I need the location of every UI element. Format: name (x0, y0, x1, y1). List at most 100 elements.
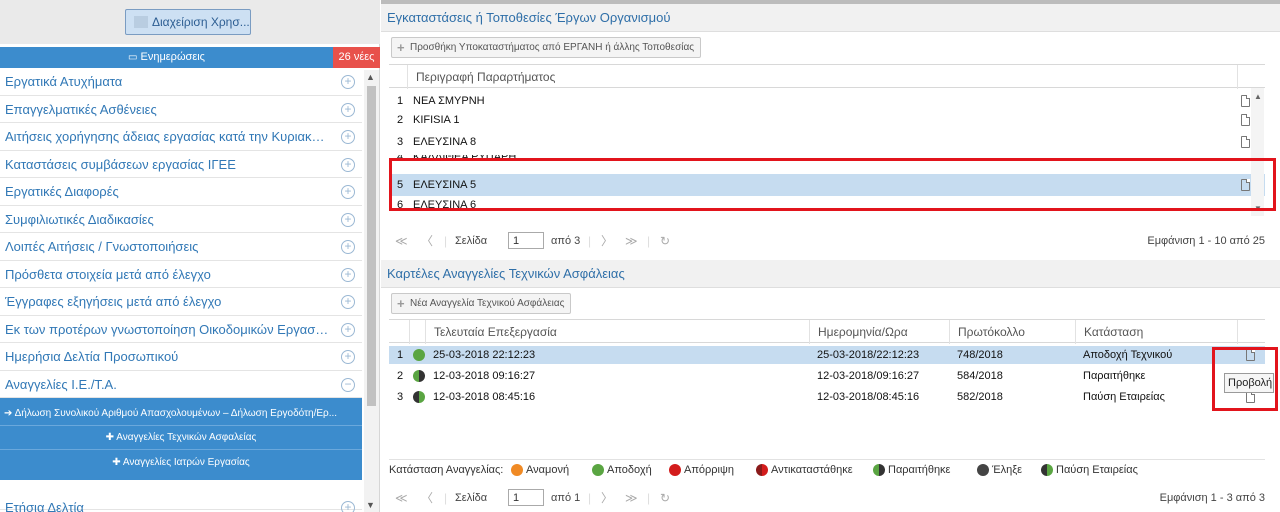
accepted-icon (592, 464, 604, 476)
pager-divider: | (588, 234, 592, 248)
sidebar-item[interactable]: Συμφιλιωτικές Διαδικασίες + (0, 206, 362, 233)
expired-icon (977, 464, 989, 476)
next-page-icon[interactable]: 〉 (601, 484, 613, 512)
last-edit: 25-03-2018 22:12:23 (433, 349, 536, 361)
column-header-last-edit[interactable]: Τελευταία Επεξεργασία (425, 320, 557, 344)
sidebar-item[interactable]: Καταστάσεις συμβάσεων εργασίας ΙΓΕΕ + (0, 151, 362, 178)
column-header-description[interactable]: Περιγραφή Παραρτήματος (407, 65, 555, 89)
updates-bar[interactable]: ▭ Ενημερώσεις (0, 47, 333, 68)
last-page-icon[interactable]: ≫ (625, 226, 638, 256)
sidebar-scrollbar[interactable]: ▲ ▼ (364, 70, 379, 512)
cards-section-title: Καρτέλες Αναγγελίες Τεχνικών Ασφάλειας (381, 260, 1280, 288)
expand-icon[interactable]: + (341, 240, 355, 254)
submenu-item-label: Αναγγελίες Ιατρών Εργασίας (122, 457, 250, 468)
row-number-column (389, 65, 407, 89)
table-row[interactable]: 2 KIFISIA 1 (389, 111, 1257, 129)
next-page-icon[interactable]: 〉 (601, 226, 613, 256)
expand-icon[interactable]: + (341, 322, 355, 337)
protocol: 582/2018 (957, 391, 1003, 403)
monitor-icon: ▭ (128, 52, 138, 63)
submenu-item-label: Αναγγελίες Τεχνικών Ασφαλείας (116, 432, 257, 443)
expand-icon[interactable]: + (341, 295, 355, 309)
table-row[interactable]: 1 ΝΕΑ ΣΜΥΡΝΗ (389, 92, 1257, 110)
last-page-icon[interactable]: ≫ (625, 484, 638, 512)
updates-badge[interactable]: 26 νέες (333, 47, 380, 68)
sidebar-item[interactable]: Ετήσια Δελτία + (0, 480, 362, 512)
accepted-status-icon (413, 349, 425, 361)
column-header-protocol[interactable]: Πρωτόκολλο (949, 320, 1025, 344)
sidebar-item[interactable]: Εργατικά Ατυχήματα + (0, 68, 362, 96)
document-icon[interactable] (1241, 114, 1250, 126)
branch-name: ΕΛΕΥΣΙΝΑ 8 (413, 136, 477, 148)
column-header-date[interactable]: Ημερομηνία/Ωρα (809, 320, 908, 344)
rejected-icon (669, 464, 681, 476)
user-management-button[interactable]: Διαχείριση Χρησ... (125, 9, 251, 35)
sidebar-item[interactable]: Εκ των προτέρων γνωστοποίηση Οικοδομικών… (0, 316, 362, 343)
row-number: 3 (397, 391, 404, 403)
add-branch-button[interactable]: Προσθήκη Υποκαταστήματος από ΕΡΓΑΝΗ ή άλ… (391, 37, 702, 58)
sidebar-item[interactable]: Επαγγελματικές Ασθένειες + (0, 96, 362, 123)
sidebar-item[interactable]: Ημερήσια Δελτία Προσωπικού + (0, 343, 362, 371)
first-page-icon[interactable]: ≪ (395, 226, 408, 256)
branch-name: KIFISIA 1 (413, 114, 460, 126)
submenu: ➔ Δήλωση Συνολικού Αριθμού Απασχολουμένω… (0, 398, 362, 480)
scroll-thumb[interactable] (367, 86, 376, 406)
table-row[interactable]: 3 ΕΛΕΥΣΙΝΑ 8 (389, 133, 1257, 151)
page-label: Σελίδα (455, 492, 488, 504)
expand-icon[interactable]: + (341, 212, 355, 227)
row-number: 2 (397, 370, 404, 382)
document-icon[interactable] (1241, 136, 1250, 148)
record-count: Εμφάνιση 1 - 3 από 3 (1159, 492, 1265, 504)
expand-icon[interactable]: + (341, 157, 355, 172)
sidebar-item[interactable]: Αιτήσεις χορήγησης άδειας εργασίας κατά … (0, 123, 362, 151)
scroll-up-icon[interactable]: ▲ (366, 72, 375, 82)
expand-icon[interactable]: + (341, 267, 355, 282)
scroll-down-icon[interactable]: ▼ (366, 500, 375, 510)
expand-icon[interactable]: + (341, 501, 355, 512)
sidebar-item-announcements[interactable]: Αναγγελίες Ι.Ε./Τ.Α. − (0, 371, 362, 398)
sidebar-item-label: Ετήσια Δελτία (5, 500, 84, 512)
sidebar-item[interactable]: Εργατικές Διαφορές + (0, 178, 362, 206)
legend-label: Παύση Εταιρείας (1056, 464, 1138, 476)
sidebar-item-label: Αιτήσεις χορήγησης άδειας εργασίας κατά … (5, 129, 330, 144)
new-announcement-button[interactable]: Νέα Αναγγελία Τεχνικού Ασφάλειας (391, 293, 572, 314)
protocol: 584/2018 (957, 370, 1003, 382)
row-number: 3 (397, 136, 404, 148)
first-page-icon[interactable]: ≪ (395, 484, 408, 512)
table-row[interactable]: 2 12-03-2018 09:16:27 12-03-2018/09:16:2… (389, 367, 1257, 385)
status: Παραιτήθηκε (1083, 370, 1146, 382)
sidebar-item[interactable]: Έγγραφες εξηγήσεις μετά από έλεγχο + (0, 288, 362, 316)
actions-column (1237, 65, 1265, 89)
submenu-item[interactable]: ✚ Αναγγελίες Ιατρών Εργασίας (0, 451, 362, 475)
resigned-status-icon (413, 370, 425, 382)
expand-icon[interactable]: + (341, 185, 355, 199)
page-input[interactable] (508, 489, 544, 506)
submenu-item[interactable]: ➔ Δήλωση Συνολικού Αριθμού Απασχολουμένω… (0, 402, 362, 426)
document-icon[interactable] (1241, 95, 1250, 107)
pager-divider: | (588, 491, 592, 505)
pager-divider: | (444, 491, 448, 505)
prev-page-icon[interactable]: 〈 (421, 226, 433, 256)
collapse-icon[interactable]: − (341, 377, 355, 392)
sidebar-item[interactable]: Πρόσθετα στοιχεία μετά από έλεγχο + (0, 261, 362, 288)
table-row-selected[interactable]: 1 25-03-2018 22:12:23 25-03-2018/22:12:2… (389, 346, 1265, 364)
prev-page-icon[interactable]: 〈 (421, 484, 433, 512)
expand-icon[interactable]: + (341, 102, 355, 117)
refresh-icon[interactable]: ↻ (660, 484, 670, 512)
sidebar-item-label: Πρόσθετα στοιχεία μετά από έλεγχο (5, 266, 211, 282)
column-header-status[interactable]: Κατάσταση (1075, 320, 1143, 344)
sidebar-item-label: Καταστάσεις συμβάσεων εργασίας ΙΓΕΕ (5, 156, 236, 172)
table-row[interactable]: 3 12-03-2018 08:45:16 12-03-2018/08:45:1… (389, 388, 1257, 406)
expand-icon[interactable]: + (341, 75, 355, 89)
expand-icon[interactable]: + (341, 130, 355, 144)
refresh-icon[interactable]: ↻ (660, 226, 670, 256)
scroll-up-icon[interactable]: ▲ (1254, 92, 1262, 101)
sidebar-item-label: Έγγραφες εξηγήσεις μετά από έλεγχο (5, 294, 222, 309)
legend-item: Αντικαταστάθηκε (756, 460, 853, 480)
sidebar-item[interactable]: Λοιπές Αιτήσεις / Γνωστοποιήσεις + (0, 233, 362, 261)
submenu-item[interactable]: ✚ Αναγγελίες Τεχνικών Ασφαλείας (0, 426, 362, 450)
legend-title: Κατάσταση Αναγγελίας: (389, 464, 504, 476)
page-input[interactable] (508, 232, 544, 249)
expand-icon[interactable]: + (341, 350, 355, 364)
sidebar-item-label: Αναγγελίες Ι.Ε./Τ.Α. (5, 376, 117, 392)
